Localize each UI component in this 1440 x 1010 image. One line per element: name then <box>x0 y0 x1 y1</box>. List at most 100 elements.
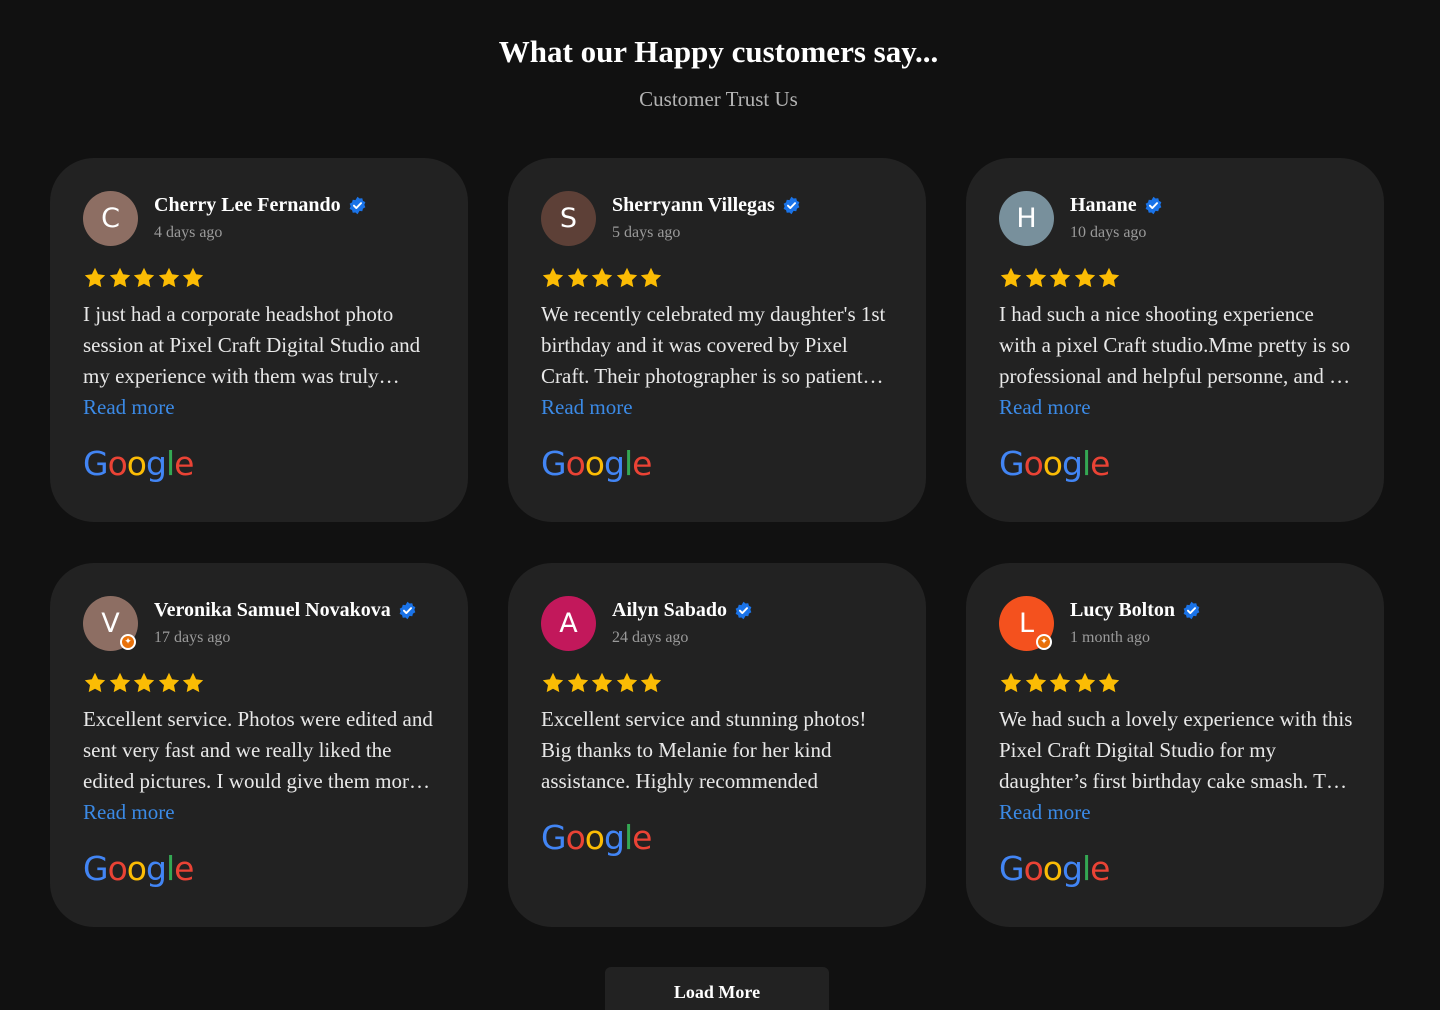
read-more-link[interactable]: Read more <box>999 797 1091 828</box>
review-card: A Ailyn Sabado 24 days ago Excellent servic… <box>508 563 926 927</box>
star-icon <box>157 266 181 290</box>
star-icon <box>541 266 565 290</box>
star-icon <box>1097 671 1121 695</box>
read-more-link[interactable]: Read more <box>83 797 175 828</box>
star-icon <box>999 671 1023 695</box>
avatar-initial: A <box>559 608 578 639</box>
star-icon <box>108 671 132 695</box>
star-icon <box>132 266 156 290</box>
star-icon <box>181 671 205 695</box>
star-rating <box>541 266 664 292</box>
review-date: 4 days ago <box>154 224 223 241</box>
star-icon <box>1024 266 1048 290</box>
star-icon <box>1048 266 1072 290</box>
reviewer-header: Ailyn Sabado <box>612 597 753 623</box>
verified-icon <box>734 601 753 620</box>
star-icon <box>541 671 565 695</box>
star-icon <box>566 266 590 290</box>
avatar: H <box>999 191 1054 246</box>
review-card: V ✦ Veronika Samuel Novakova 17 days ago Exc… <box>50 563 468 927</box>
star-icon <box>108 266 132 290</box>
reviewer-header: Lucy Bolton <box>1070 597 1201 623</box>
read-more-link[interactable]: Read more <box>541 392 633 423</box>
review-text: We had such a lovely experience with thi… <box>999 707 1353 793</box>
star-icon <box>639 266 663 290</box>
star-icon <box>157 671 181 695</box>
avatar-initial: S <box>559 203 578 234</box>
google-logo-icon: Google <box>999 444 1110 483</box>
section-subtitle: Customer Trust Us <box>639 87 798 111</box>
verified-icon <box>1182 601 1201 620</box>
avatar: C <box>83 191 138 246</box>
review-text: Excellent service. Photos were edited an… <box>83 707 433 793</box>
reviewer-name: Lucy Bolton <box>1070 599 1176 621</box>
star-icon <box>566 671 590 695</box>
star-icon <box>615 266 639 290</box>
star-rating <box>541 671 664 697</box>
local-guide-badge-icon: ✦ <box>1036 634 1052 650</box>
avatar: V ✦ <box>83 596 138 651</box>
review-text: I had such a nice shooting experience wi… <box>999 302 1355 388</box>
star-rating <box>999 266 1122 292</box>
verified-icon <box>348 196 367 215</box>
avatar-initial: V <box>101 608 120 639</box>
review-card: L ✦ Lucy Bolton 1 month ago We had such a lo… <box>966 563 1384 927</box>
star-icon <box>1048 671 1072 695</box>
star-icon <box>639 671 663 695</box>
reviewer-name: Cherry Lee Fernando <box>154 194 341 216</box>
review-date: 1 month ago <box>1070 629 1150 646</box>
read-more-link[interactable]: Read more <box>999 392 1091 423</box>
star-icon <box>999 266 1023 290</box>
star-icon <box>1024 671 1048 695</box>
reviewer-name: Hanane <box>1070 194 1137 216</box>
avatar-initial: H <box>1016 203 1037 234</box>
star-icon <box>132 671 156 695</box>
review-date: 5 days ago <box>612 224 681 241</box>
verified-icon <box>1144 196 1163 215</box>
google-logo-icon: Google <box>541 444 652 483</box>
review-date: 17 days ago <box>154 629 231 646</box>
star-icon <box>615 671 639 695</box>
star-rating <box>83 266 206 292</box>
read-more-link[interactable]: Read more <box>83 392 175 423</box>
review-card: C Cherry Lee Fernando 4 days ago I just had… <box>50 158 468 522</box>
star-rating <box>83 671 206 697</box>
local-guide-badge-icon: ✦ <box>120 634 136 650</box>
review-card: S Sherryann Villegas 5 days ago We recently… <box>508 158 926 522</box>
avatar-initial: C <box>101 203 120 234</box>
review-date: 10 days ago <box>1070 224 1147 241</box>
reviewer-header: Veronika Samuel Novakova <box>154 597 417 623</box>
reviewer-name: Veronika Samuel Novakova <box>154 599 391 621</box>
star-icon <box>83 671 107 695</box>
star-icon <box>1097 266 1121 290</box>
reviewer-header: Hanane <box>1070 192 1163 218</box>
reviewer-name: Ailyn Sabado <box>612 599 728 621</box>
star-rating <box>999 671 1122 697</box>
star-icon <box>590 671 614 695</box>
review-text: Excellent service and stunning photos! B… <box>541 707 867 793</box>
star-icon <box>1073 671 1097 695</box>
avatar-initial: L <box>1018 608 1035 639</box>
avatar: A <box>541 596 596 651</box>
reviewer-header: Sherryann Villegas <box>612 192 801 218</box>
avatar: L ✦ <box>999 596 1054 651</box>
google-logo-icon: Google <box>999 849 1110 888</box>
verified-icon <box>398 601 417 620</box>
review-text: I just had a corporate headshot photo se… <box>83 302 421 388</box>
star-icon <box>1073 266 1097 290</box>
review-text: We recently celebrated my daughter's 1st… <box>541 302 886 388</box>
reviewer-header: Cherry Lee Fernando <box>154 192 367 218</box>
google-logo-icon: Google <box>541 818 652 857</box>
star-icon <box>181 266 205 290</box>
star-icon <box>590 266 614 290</box>
star-icon <box>83 266 107 290</box>
review-date: 24 days ago <box>612 629 689 646</box>
reviewer-name: Sherryann Villegas <box>612 194 775 216</box>
section-title: What our Happy customers say... <box>498 34 939 69</box>
review-card: H Hanane 10 days ago I had such a nice shoo… <box>966 158 1384 522</box>
avatar: S <box>541 191 596 246</box>
google-logo-icon: Google <box>83 849 194 888</box>
verified-icon <box>782 196 801 215</box>
load-more-button[interactable]: Load More <box>605 967 829 1010</box>
google-logo-icon: Google <box>83 444 194 483</box>
